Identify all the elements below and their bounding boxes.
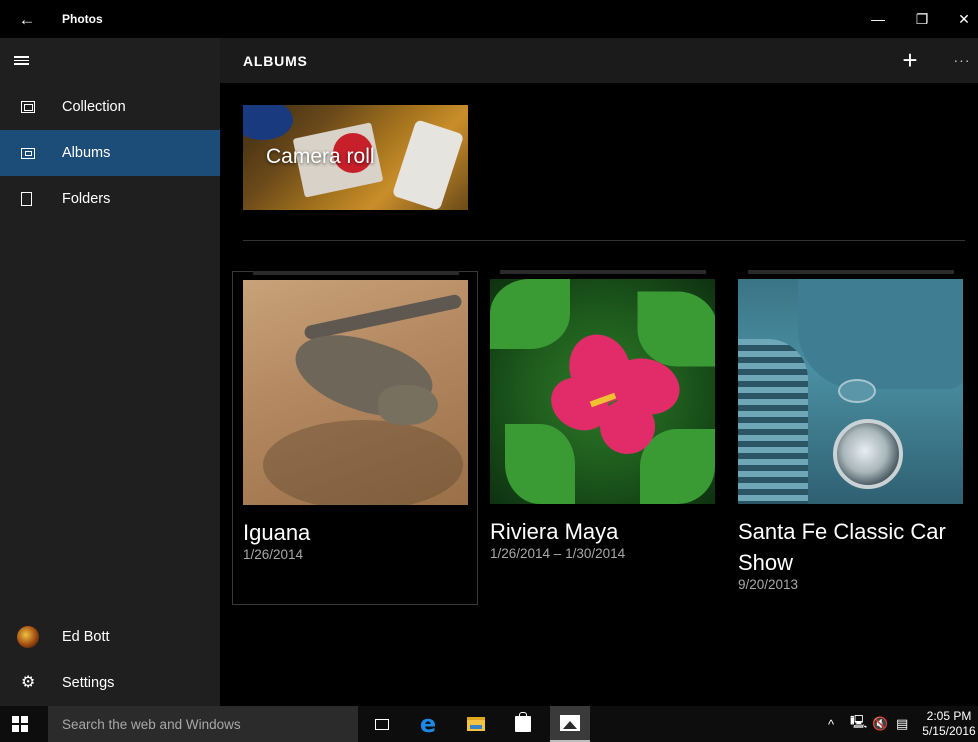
sidebar-item-label: Albums bbox=[62, 145, 111, 161]
account-button[interactable]: Ed Bott bbox=[0, 614, 220, 660]
search-placeholder: Search the web and Windows bbox=[62, 717, 241, 732]
network-icon[interactable]: 🖳 bbox=[850, 706, 867, 742]
app-title: Photos bbox=[62, 12, 103, 26]
folder-icon bbox=[467, 717, 485, 731]
settings-label: Settings bbox=[62, 675, 115, 691]
album-thumbnail bbox=[490, 279, 715, 504]
page-header: ALBUMS + ··· bbox=[220, 38, 978, 83]
maximize-button[interactable]: ❐ bbox=[904, 6, 940, 32]
clock-time: 2:05 PM bbox=[926, 709, 972, 723]
divider bbox=[243, 240, 965, 241]
album-tile-iguana[interactable]: Iguana 1/26/2014 bbox=[232, 271, 478, 605]
albums-content: Camera roll Iguana 1/26/2014 Riviera May… bbox=[220, 83, 978, 706]
more-options-button[interactable]: ··· bbox=[950, 48, 974, 72]
sidebar: Collection Albums Folders Ed Bott ⚙ Sett… bbox=[0, 38, 220, 706]
file-explorer-button[interactable] bbox=[456, 706, 496, 742]
collection-icon bbox=[21, 101, 35, 113]
clock-date: 5/15/2016 bbox=[922, 724, 976, 738]
album-thumbnail bbox=[738, 279, 963, 504]
sidebar-item-label: Collection bbox=[62, 99, 126, 115]
album-thumbnail bbox=[243, 280, 468, 505]
windows-start-icon[interactable] bbox=[12, 716, 28, 732]
back-arrow-icon[interactable]: ← bbox=[14, 9, 40, 31]
album-tile-santa-fe[interactable]: Santa Fe Classic Car Show 9/20/2013 bbox=[728, 270, 974, 605]
album-name: Santa Fe Classic Car Show bbox=[738, 519, 946, 575]
task-view-icon bbox=[375, 718, 389, 730]
photos-icon bbox=[560, 715, 580, 731]
album-date: 1/26/2014 bbox=[243, 547, 304, 562]
edge-icon: e bbox=[419, 710, 437, 738]
page-title: ALBUMS bbox=[243, 53, 308, 69]
settings-button[interactable]: ⚙ Settings bbox=[0, 660, 220, 706]
camera-roll-tile[interactable]: Camera roll bbox=[243, 105, 468, 210]
tray-chevron-icon[interactable]: ^ bbox=[828, 706, 834, 742]
avatar bbox=[17, 626, 39, 648]
account-name: Ed Bott bbox=[62, 629, 110, 645]
notification-center-icon[interactable]: ▤ bbox=[896, 706, 908, 742]
taskbar-clock[interactable]: 2:05 PM 5/15/2016 bbox=[920, 709, 978, 739]
album-name: Iguana bbox=[243, 520, 311, 545]
album-date: 9/20/2013 bbox=[738, 577, 799, 592]
task-view-button[interactable] bbox=[362, 706, 402, 742]
sidebar-item-albums[interactable]: Albums bbox=[0, 130, 220, 176]
sidebar-item-label: Folders bbox=[62, 191, 111, 207]
minimize-button[interactable]: — bbox=[860, 6, 896, 32]
title-bar: ← Photos — ❐ ✕ bbox=[0, 0, 978, 38]
folders-icon bbox=[21, 192, 32, 206]
sidebar-item-collection[interactable]: Collection bbox=[0, 84, 220, 130]
album-name: Riviera Maya bbox=[490, 519, 619, 544]
gear-icon: ⚙ bbox=[21, 674, 36, 691]
store-icon bbox=[515, 712, 531, 732]
edge-browser-button[interactable]: e bbox=[408, 706, 448, 742]
camera-roll-label: Camera roll bbox=[266, 145, 375, 168]
volume-muted-icon[interactable]: 🔇 bbox=[872, 706, 888, 742]
close-button[interactable]: ✕ bbox=[946, 6, 978, 32]
album-tile-riviera-maya[interactable]: Riviera Maya 1/26/2014 – 1/30/2014 bbox=[480, 270, 726, 605]
search-input[interactable]: Search the web and Windows bbox=[48, 706, 358, 742]
photos-app-button[interactable] bbox=[550, 706, 590, 742]
sidebar-item-folders[interactable]: Folders bbox=[0, 176, 220, 222]
albums-icon bbox=[21, 147, 35, 159]
add-album-button[interactable]: + bbox=[896, 45, 924, 75]
album-date: 1/26/2014 – 1/30/2014 bbox=[490, 546, 626, 561]
store-button[interactable] bbox=[503, 706, 543, 742]
hamburger-menu-icon[interactable] bbox=[14, 50, 42, 72]
taskbar: Search the web and Windows e ^ 🖳 🔇 ▤ 2:0… bbox=[0, 706, 978, 742]
